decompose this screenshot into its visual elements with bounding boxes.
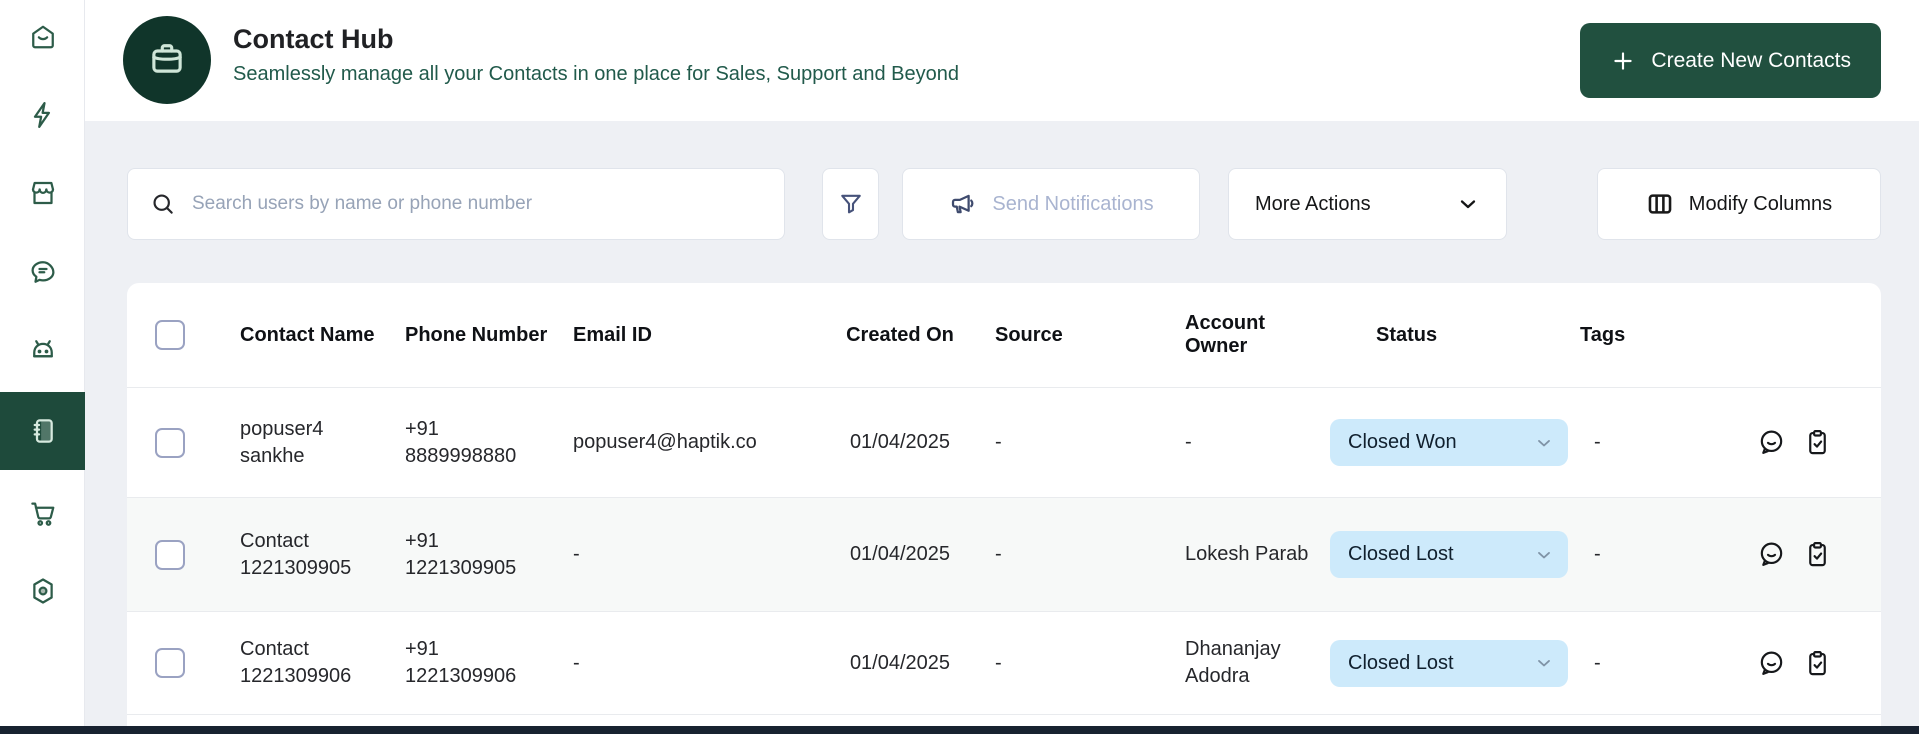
chat-bubble-icon <box>28 257 58 287</box>
column-header-source: Source <box>995 323 1063 346</box>
row-checkbox[interactable] <box>155 648 185 678</box>
lightning-icon <box>28 100 58 130</box>
search-icon <box>150 191 176 217</box>
tags-cell: - <box>1594 431 1601 453</box>
created-on-cell: 01/04/2025 <box>849 543 951 565</box>
contact-name-cell: Contact 1221309906 <box>240 638 352 687</box>
row-actions <box>1683 428 1881 457</box>
sidebar-item-bot[interactable] <box>0 321 85 379</box>
source-cell: - <box>995 651 1002 674</box>
storefront-icon <box>28 178 58 208</box>
sidebar-item-settings[interactable] <box>0 562 85 620</box>
row-actions <box>1683 649 1881 678</box>
source-cell: - <box>995 431 1002 453</box>
sidebar-item-home[interactable] <box>0 8 85 66</box>
status-select[interactable]: Closed Lost <box>1330 531 1568 578</box>
source-cell: - <box>995 543 1002 565</box>
account-owner-cell: Dhananjay Adodra <box>1185 638 1281 687</box>
page-header: Contact Hub Seamlessly manage all your C… <box>85 0 1919 121</box>
phone-cell: +91 1221309906 <box>405 638 517 687</box>
send-notifications-button[interactable]: Send Notifications <box>902 168 1200 240</box>
column-header-email-id: Email ID <box>573 323 652 346</box>
column-header-account-owner: Account Owner <box>1185 312 1265 357</box>
sidebar-item-store[interactable] <box>0 164 85 222</box>
contact-name-cell: Contact 1221309905 <box>240 529 352 579</box>
chat-action-icon[interactable] <box>1757 649 1786 678</box>
column-header-tags: Tags <box>1580 323 1626 346</box>
table-row: popuser4 sankhe +91 8889998880 popuser4@ha… <box>127 388 1881 498</box>
filter-button[interactable] <box>822 168 879 240</box>
account-owner-cell: Lokesh Parab <box>1185 543 1309 565</box>
clipboard-action-icon[interactable] <box>1803 540 1832 569</box>
search-input[interactable] <box>192 193 762 215</box>
sidebar-item-commerce[interactable] <box>0 484 85 542</box>
create-button-label: Create New Contacts <box>1651 48 1851 72</box>
cart-icon <box>28 498 58 528</box>
chevron-down-icon <box>1534 433 1554 453</box>
settings-hexagon-icon <box>28 576 58 606</box>
columns-icon <box>1646 190 1674 218</box>
send-notifications-label: Send Notifications <box>992 192 1154 215</box>
filter-funnel-icon <box>837 190 865 218</box>
account-owner-cell: - <box>1185 431 1192 453</box>
robot-icon <box>28 335 58 365</box>
contact-hub-avatar <box>123 16 211 104</box>
page-title: Contact Hub <box>233 24 394 54</box>
column-header-status: Status <box>1376 323 1438 346</box>
row-checkbox[interactable] <box>155 427 185 458</box>
plus-icon <box>1610 48 1636 74</box>
column-header-created-on: Created On <box>846 323 954 346</box>
briefcase-icon <box>146 37 188 84</box>
contacts-book-icon <box>27 415 59 447</box>
modify-columns-label: Modify Columns <box>1688 192 1833 215</box>
email-cell: - <box>573 543 580 565</box>
megaphone-icon <box>948 189 978 219</box>
table-row: Contact 1221309906 +91 1221309906 - 01/04/… <box>127 612 1881 715</box>
chat-action-icon[interactable] <box>1757 540 1786 569</box>
table-header-row: Contact Name Phone Number Email ID Creat… <box>127 283 1881 388</box>
column-header-contact-name: Contact Name <box>240 323 375 346</box>
bottom-edge-bar <box>0 726 1919 734</box>
row-checkbox[interactable] <box>155 539 185 570</box>
status-select[interactable]: Closed Lost <box>1330 639 1568 687</box>
table-row: Contact 1221309905 +91 1221309905 - 01/04/… <box>127 498 1881 612</box>
page-subtitle: Seamlessly manage all your Contacts in o… <box>233 63 959 85</box>
contact-name-cell: popuser4 sankhe <box>240 417 324 467</box>
created-on-cell: 01/04/2025 <box>849 651 951 674</box>
status-label: Closed Won <box>1348 431 1457 453</box>
tags-cell: - <box>1594 543 1601 565</box>
chevron-down-icon <box>1534 545 1554 565</box>
select-all-checkbox[interactable] <box>155 320 185 350</box>
sidebar <box>0 0 85 734</box>
column-header-phone-number: Phone Number <box>405 323 548 346</box>
tags-cell: - <box>1594 651 1601 674</box>
search-bar[interactable] <box>127 168 785 240</box>
clipboard-action-icon[interactable] <box>1803 649 1832 678</box>
sidebar-item-automation[interactable] <box>0 86 85 144</box>
more-actions-label: More Actions <box>1255 192 1371 215</box>
home-icon <box>28 22 58 52</box>
sidebar-item-contacts[interactable] <box>0 392 85 470</box>
phone-cell: +91 8889998880 <box>405 417 517 467</box>
sidebar-item-chats[interactable] <box>0 243 85 301</box>
phone-cell: +91 1221309905 <box>405 529 517 579</box>
email-cell: - <box>573 651 580 674</box>
status-select[interactable]: Closed Won <box>1330 419 1568 466</box>
clipboard-action-icon[interactable] <box>1803 428 1832 457</box>
create-new-contacts-button[interactable]: Create New Contacts <box>1580 23 1881 98</box>
chevron-down-icon <box>1456 192 1480 216</box>
modify-columns-button[interactable]: Modify Columns <box>1597 168 1881 240</box>
status-label: Closed Lost <box>1348 651 1454 674</box>
created-on-cell: 01/04/2025 <box>849 431 951 453</box>
row-actions <box>1683 540 1881 569</box>
contacts-table: Contact Name Phone Number Email ID Creat… <box>127 283 1881 734</box>
chat-action-icon[interactable] <box>1757 428 1786 457</box>
chevron-down-icon <box>1534 653 1554 673</box>
status-label: Closed Lost <box>1348 543 1454 565</box>
email-cell: popuser4@haptik.co <box>573 431 757 453</box>
more-actions-dropdown[interactable]: More Actions <box>1228 168 1507 240</box>
